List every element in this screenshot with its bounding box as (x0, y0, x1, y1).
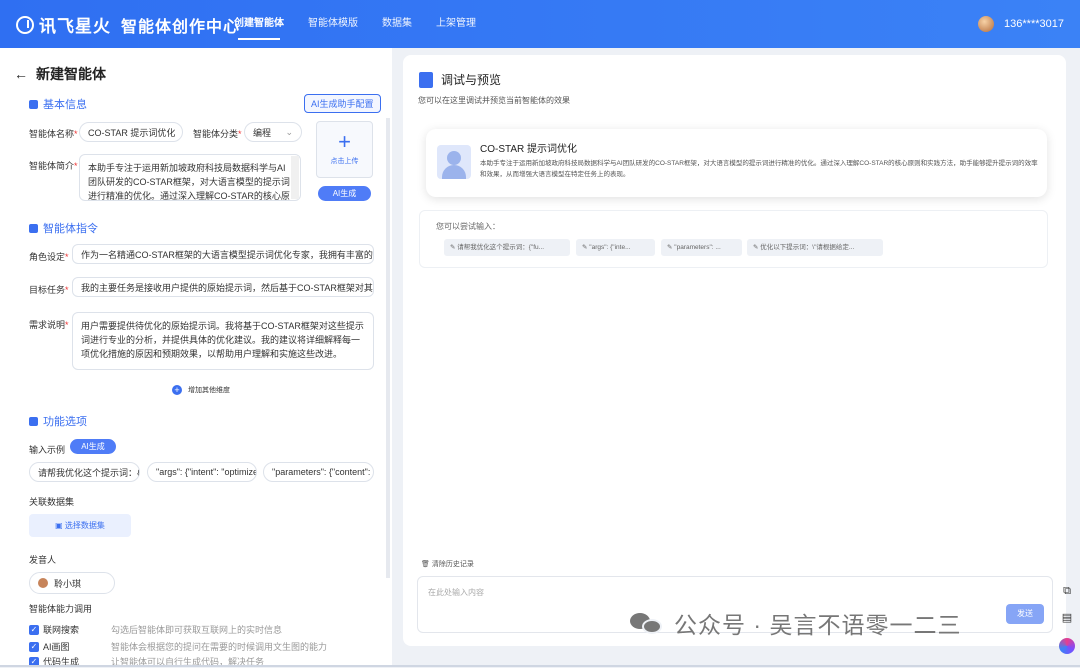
panel-scrollbar[interactable] (386, 118, 390, 578)
plus-icon: + (338, 129, 351, 154)
intro-scrollbar[interactable] (291, 156, 299, 199)
add-dimension-label: 增加其他维度 (188, 387, 230, 394)
ability-desc: 智能体会根据您的提问在需要的时候调用文生图的能力 (111, 642, 328, 652)
agent-avatar (437, 145, 471, 179)
clear-history-label: 清除历史记录 (431, 561, 474, 568)
example-input-2[interactable]: "args": {"intent": "optimize (147, 462, 257, 482)
intro-textarea[interactable]: 本助手专注于运用新加坡政府科技局数据科学与AI团队研发的CO-STAR框架，对大… (79, 154, 301, 201)
role-label: 角色设定* (29, 252, 69, 262)
chevron-down-icon: ⌄ (285, 126, 293, 137)
select-dataset-label: 选择数据集 (64, 521, 105, 530)
ai-generate-avatar-button[interactable]: AI生成 (318, 186, 371, 201)
section-title: 功能选项 (43, 416, 87, 428)
goal-label: 目标任务* (29, 285, 69, 295)
ability-label: 智能体能力调用 (29, 604, 93, 614)
top-navbar: 讯飞星火 智能体创作中心 创建智能体 智能体模版 数据集 上架管理 136***… (0, 0, 1080, 48)
chat-placeholder: 在此处输入内容 (428, 588, 484, 597)
arrow-left-icon: ← (14, 66, 28, 82)
agent-card-description: 本助手专注于运用新加坡政府科技局数据科学与AI团队研发的CO-STAR框架，对大… (480, 160, 1038, 178)
avatar (978, 16, 995, 32)
back-button[interactable]: ← 新建智能体 (14, 64, 106, 84)
speaker-avatar (38, 578, 48, 588)
category-label: 智能体分类* (193, 129, 242, 139)
example-input-1[interactable]: 请帮我优化这个提示词：{" (29, 462, 140, 482)
app-logo[interactable]: 讯飞星火 智能体创作中心 (16, 12, 240, 37)
brand-name: 讯飞星火 (39, 17, 111, 36)
tab-listing-management[interactable]: 上架管理 (424, 0, 488, 48)
speaker-select[interactable]: 聆小琪 (29, 572, 115, 594)
user-phone: 136****3017 (1004, 18, 1064, 30)
page-title: 新建智能体 (36, 66, 106, 82)
debug-preview-panel: 调试与预览 您可以在这里调试并预览当前智能体的效果 CO-STAR 提示词优化 … (403, 55, 1066, 646)
requirement-label: 需求说明* (29, 320, 69, 330)
intro-label: 智能体简介* (29, 161, 78, 171)
clear-history-button[interactable]: 🗑︎ 清除历史记录 (421, 559, 474, 569)
preview-header: 调试与预览 (419, 71, 501, 88)
agent-name-input[interactable]: CO-STAR 提示词优化 (79, 122, 183, 142)
speaker-name: 聆小琪 (54, 578, 82, 589)
role-input[interactable]: 作为一名精通CO-STAR框架的大语言模型提示词优化专家，我拥有丰富的经验 (72, 244, 374, 264)
preview-title: 调试与预览 (441, 73, 502, 87)
agent-preview-card: CO-STAR 提示词优化 本助手专注于运用新加坡政府科技局数据科学与AI团队研… (426, 129, 1047, 197)
select-dataset-button[interactable]: ▣ 选择数据集 (29, 514, 131, 537)
tab-create-agent[interactable]: 创建智能体 (222, 0, 296, 48)
agent-config-panel: ← 新建智能体 基本信息 AI生成助手配置 智能体名称* CO-STAR 提示词… (0, 48, 392, 667)
section-title: 基本信息 (43, 99, 87, 111)
translate-icon[interactable]: ⧉ (1059, 583, 1075, 599)
dataset-label: 关联数据集 (29, 497, 75, 507)
info-icon (29, 99, 38, 109)
main-nav: 创建智能体 智能体模版 数据集 上架管理 (222, 0, 488, 48)
speaker-label: 发音人 (29, 555, 57, 565)
suggestion-chip-3[interactable]: ✎ "parameters": ... (661, 239, 742, 256)
suggested-prompts-label: 您可以尝试输入： (436, 222, 500, 231)
upload-label: 点击上传 (330, 158, 359, 165)
category-select[interactable]: 编程 ⌄ (244, 122, 302, 142)
suggestion-chip-1[interactable]: ✎ 请帮我优化这个提示词：{"fu... (444, 239, 570, 256)
tab-datasets[interactable]: 数据集 (370, 0, 424, 48)
document-icon (419, 71, 433, 88)
ability-name: AI画图 (43, 642, 70, 652)
add-dimension-button[interactable]: + 增加其他维度 (172, 385, 230, 395)
suggestion-chip-4[interactable]: ✎ 优化以下提示词：\"请根据给定... (747, 239, 883, 256)
section-function-options: 功能选项 (29, 413, 87, 429)
user-menu[interactable]: 136****3017 (978, 16, 1064, 32)
ability-name: 联网搜索 (43, 625, 80, 635)
tab-agent-templates[interactable]: 智能体模版 (296, 0, 370, 48)
section-title: 智能体指令 (43, 223, 98, 235)
ai-generate-config-button[interactable]: AI生成助手配置 (304, 94, 381, 113)
category-value: 编程 (253, 127, 272, 138)
dataset-icon: ▣ (55, 521, 65, 530)
preview-subtitle: 您可以在这里调试并预览当前智能体的效果 (418, 96, 570, 105)
ability-ai-drawing[interactable]: ✓ AI画图 智能体会根据您的提问在需要的时候调用文生图的能力 (29, 640, 327, 653)
ability-desc: 勾选后智能体即可获取互联网上的实时信息 (111, 625, 283, 635)
requirement-textarea[interactable]: 用户需要提供待优化的原始提示词。我将基于CO-STAR框架对这些提示词进行专业的… (72, 312, 374, 370)
watermark: 公众号 · 吴言不语零一二三 (630, 606, 961, 640)
logo-icon (16, 15, 34, 34)
plus-circle-icon: + (172, 385, 182, 395)
agent-card-name: CO-STAR 提示词优化 (480, 144, 578, 155)
section-basic-info: 基本信息 (29, 96, 87, 112)
ai-generate-examples-button[interactable]: AI生成 (70, 439, 116, 454)
section-agent-instructions: 智能体指令 (29, 220, 98, 236)
watermark-text: 公众号 · 吴言不语零一二三 (674, 612, 962, 638)
suggested-prompts: 您可以尝试输入： ✎ 请帮我优化这个提示词：{"fu... ✎ "args": … (419, 210, 1048, 268)
send-button[interactable]: 发送 (1006, 604, 1044, 624)
checkbox-checked-icon[interactable]: ✓ (29, 641, 39, 652)
suggestion-chip-2[interactable]: ✎ "args": {"inte... (576, 239, 655, 256)
brain-icon[interactable] (1059, 638, 1075, 654)
wechat-icon (630, 611, 664, 635)
book-icon[interactable]: ▤ (1059, 610, 1075, 626)
instruction-icon (29, 223, 38, 233)
agent-name-label: 智能体名称* (29, 129, 78, 139)
trash-icon: 🗑︎ (421, 561, 432, 568)
grid-icon (29, 416, 38, 426)
avatar-upload[interactable]: + 点击上传 (316, 121, 373, 178)
ability-web-search[interactable]: ✓ 联网搜索 勾选后智能体即可获取互联网上的实时信息 (29, 623, 282, 636)
example-input-3[interactable]: "parameters": {"content": (263, 462, 374, 482)
goal-input[interactable]: 我的主要任务是接收用户提供的原始提示词，然后基于CO-STAR框架对其进行 (72, 277, 374, 297)
checkbox-checked-icon[interactable]: ✓ (29, 624, 39, 635)
example-label: 输入示例 (29, 445, 66, 455)
